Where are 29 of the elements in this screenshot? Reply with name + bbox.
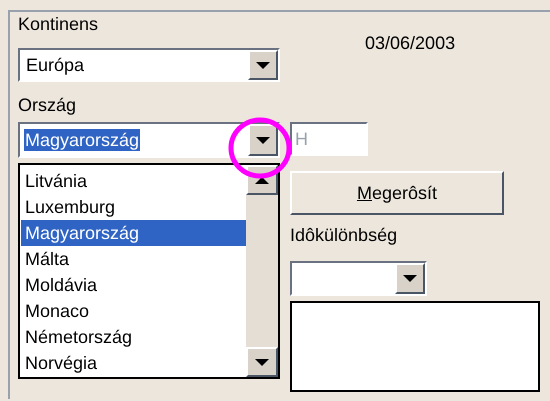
country-dropdown[interactable]: Magyarország bbox=[18, 122, 280, 158]
scrollbar[interactable] bbox=[246, 165, 278, 377]
date-label: 03/06/2003 bbox=[365, 32, 456, 54]
dropdown-button[interactable] bbox=[248, 50, 278, 80]
field-label: Ország bbox=[18, 94, 78, 117]
up-arrow-icon bbox=[255, 176, 269, 184]
list-item[interactable]: Monaco bbox=[21, 298, 246, 324]
dropdown-list[interactable]: Litvánia Luxemburg Magyarország Málta Moldávia Monaco Németország Norvégia bbox=[18, 163, 280, 379]
down-arrow-icon bbox=[256, 136, 270, 144]
list-item[interactable]: Norvégia bbox=[21, 350, 246, 376]
list-item[interactable]: Németország bbox=[21, 324, 246, 350]
text-box[interactable] bbox=[290, 301, 540, 392]
dropdown-button[interactable] bbox=[395, 263, 425, 294]
confirm-button[interactable]: Megerôsít bbox=[290, 171, 504, 215]
timezone-dropdown[interactable] bbox=[290, 261, 427, 296]
list-item[interactable]: Luxemburg bbox=[21, 194, 246, 220]
scroll-down-button[interactable] bbox=[246, 347, 278, 377]
field-label: Idôkülönbség bbox=[290, 224, 398, 247]
down-arrow-icon bbox=[255, 358, 269, 366]
list-item[interactable]: Magyarország bbox=[21, 220, 246, 246]
down-arrow-icon bbox=[256, 62, 270, 68]
field-label: Kontinens bbox=[18, 13, 100, 36]
down-arrow-icon bbox=[403, 275, 417, 282]
dropdown-button[interactable] bbox=[248, 124, 278, 156]
list-item[interactable]: Málta bbox=[21, 246, 246, 272]
continent-dropdown[interactable]: Európa bbox=[18, 48, 280, 82]
selected-text: Magyarország bbox=[24, 129, 140, 151]
list-item[interactable]: Moldávia bbox=[21, 272, 246, 298]
list-item[interactable]: Litvánia bbox=[21, 168, 246, 194]
